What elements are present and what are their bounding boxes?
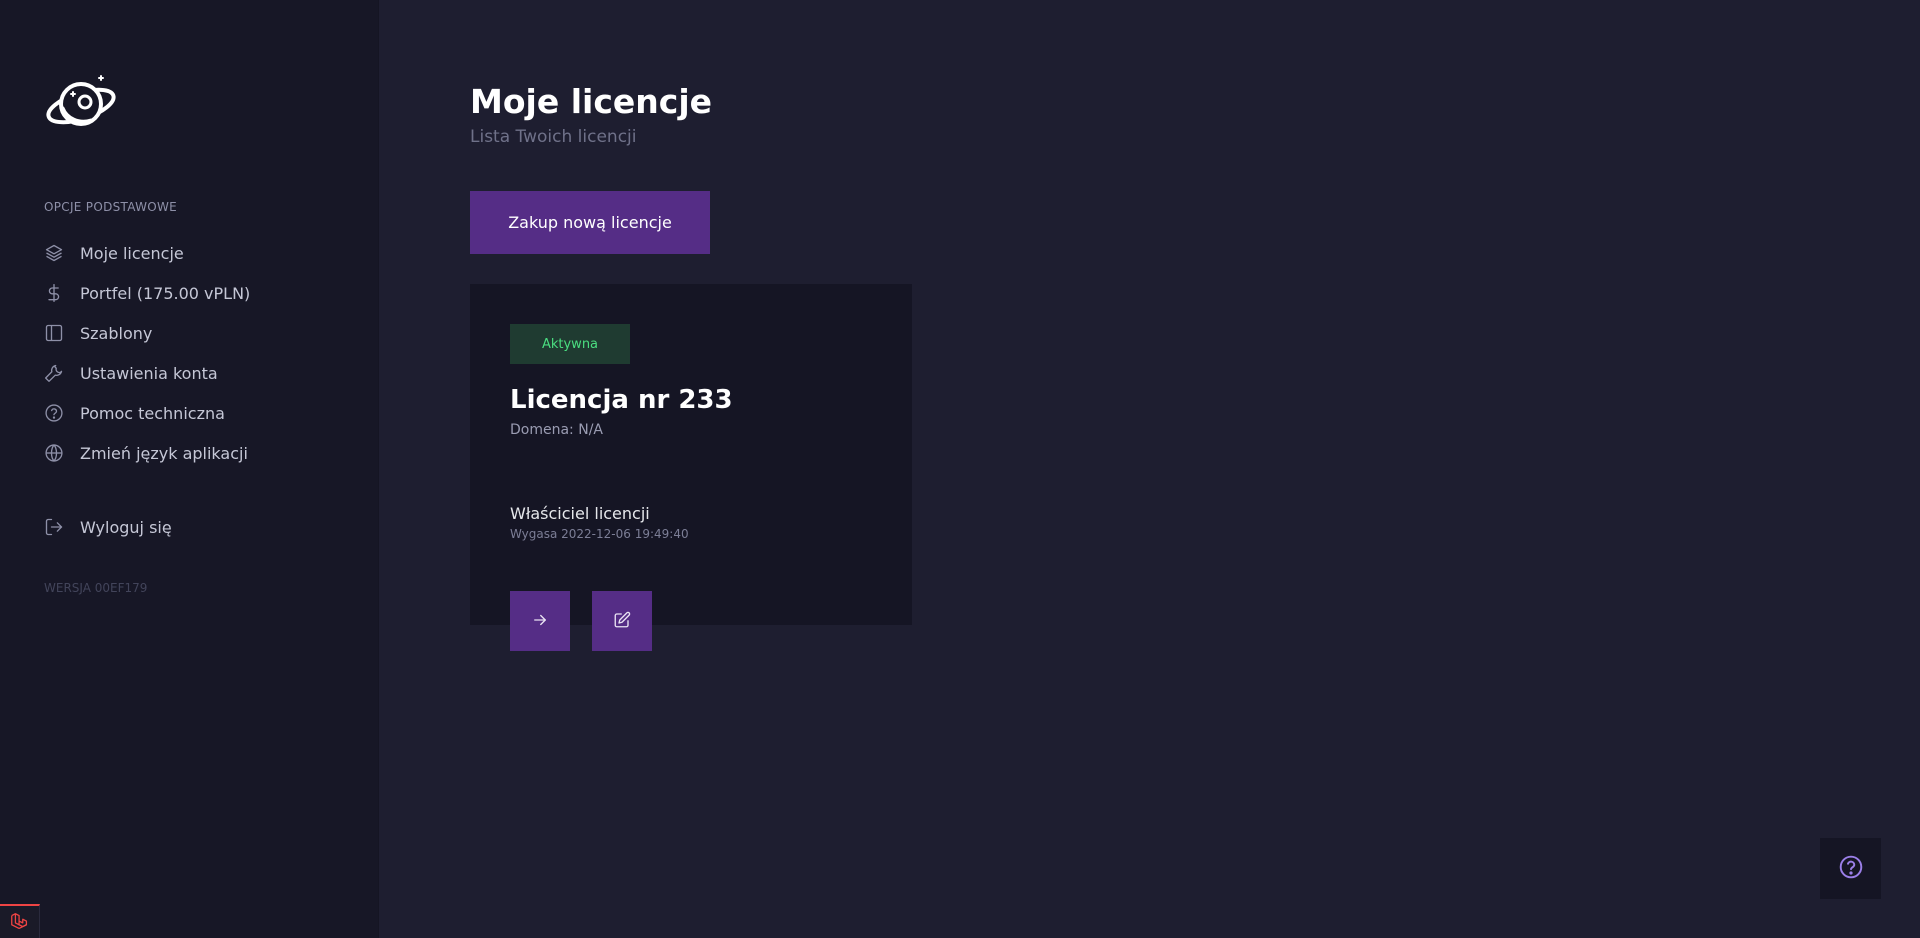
sidebar-section-label: OPCJE PODSTAWOWE (44, 200, 178, 214)
license-domain: Domena: N/A (510, 422, 603, 438)
globe-icon (44, 443, 64, 463)
edit-icon (613, 611, 631, 632)
sidebar-item-label: Ustawienia konta (80, 363, 218, 383)
logout-link[interactable]: Wyloguj się (44, 507, 172, 547)
license-card: Aktywna Licencja nr 233 Domena: N/A Właś… (470, 284, 912, 651)
status-badge: Aktywna (510, 324, 630, 364)
sidebar-nav: Moje licencje Portfel (175.00 vPLN) Szab… (44, 233, 364, 473)
sidebar-item-label: Szablony (80, 323, 153, 343)
sidebar: OPCJE PODSTAWOWE Moje licencje Portfel (… (0, 0, 379, 938)
buy-license-button[interactable]: Zakup nową licencje (470, 191, 710, 254)
help-circle-icon (44, 403, 64, 423)
sidebar-item-wallet[interactable]: Portfel (175.00 vPLN) (44, 273, 364, 313)
license-expiry: Wygasa 2022-12-06 19:49:40 (510, 527, 689, 541)
laravel-debug-icon[interactable] (0, 904, 40, 938)
app-version: WERSJA 00EF179 (44, 581, 148, 595)
logout-icon (44, 517, 64, 537)
sidebar-item-language[interactable]: Zmień język aplikacji (44, 433, 364, 473)
open-license-button[interactable] (510, 591, 570, 651)
license-title: Licencja nr 233 (510, 385, 733, 415)
help-circle-icon (1838, 854, 1864, 883)
sidebar-item-templates[interactable]: Szablony (44, 313, 364, 353)
arrow-right-icon (531, 611, 549, 632)
page-title: Moje licencje (470, 82, 713, 121)
edit-license-button[interactable] (592, 591, 652, 651)
sidebar-item-label: Pomoc techniczna (80, 403, 225, 423)
planet-logo-icon[interactable] (43, 72, 119, 136)
app: OPCJE PODSTAWOWE Moje licencje Portfel (… (0, 0, 1920, 938)
sidebar-item-label: Moje licencje (80, 243, 184, 263)
sidebar-item-label: Portfel (175.00 vPLN) (80, 283, 251, 303)
sidebar-layout-icon (44, 323, 64, 343)
main-content: Moje licencje Lista Twoich licencji Zaku… (379, 0, 1920, 938)
layers-icon (44, 243, 64, 263)
sidebar-item-support[interactable]: Pomoc techniczna (44, 393, 364, 433)
dollar-icon (44, 283, 64, 303)
sidebar-item-account-settings[interactable]: Ustawienia konta (44, 353, 364, 393)
logout-label: Wyloguj się (80, 517, 172, 537)
sidebar-item-my-licenses[interactable]: Moje licencje (44, 233, 364, 273)
license-owner-label: Właściciel licencji (510, 504, 650, 523)
sidebar-item-label: Zmień język aplikacji (80, 443, 248, 463)
page-subtitle: Lista Twoich licencji (470, 127, 637, 147)
help-floating-button[interactable] (1820, 838, 1881, 899)
wrench-icon (44, 363, 64, 383)
